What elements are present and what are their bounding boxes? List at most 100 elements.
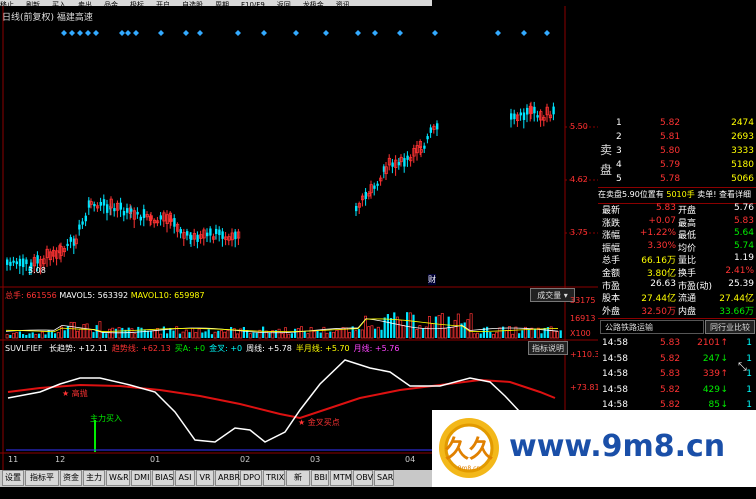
tab-arbr[interactable]: ARBR — [215, 470, 240, 486]
candle-body — [533, 106, 536, 114]
tab-[interactable]: 资金 — [60, 470, 82, 486]
candle-body — [186, 231, 189, 236]
quote-value: +0.07 — [648, 215, 676, 226]
tick-time: 14:58 — [602, 400, 628, 410]
vol-total-label: 总手: 661556 — [5, 291, 57, 300]
sell-row[interactable]: 1 5.82 2474 — [598, 116, 756, 131]
volume-bar — [72, 322, 76, 339]
volume-bar — [376, 326, 380, 339]
tab-dma[interactable]: 新DMA — [286, 470, 310, 496]
indicator-header: SUVLFIEF 长趋势: +12.11 趋势线: +62.13 买A: +0 金叉:… — [5, 343, 399, 354]
tab-bbi[interactable]: BBI — [311, 470, 329, 486]
volume-bar — [85, 323, 89, 339]
quote-label: 开盘 — [678, 206, 697, 216]
candle-body — [15, 261, 18, 265]
signal-markers — [61, 30, 550, 36]
volume-bar — [556, 331, 559, 339]
candle-body — [6, 259, 9, 265]
sell-price: 5.81 — [660, 132, 681, 142]
volume-bar — [386, 314, 389, 338]
candle-body — [519, 112, 522, 116]
quote-value: 5.74 — [733, 240, 754, 251]
tab-industry[interactable]: 公路铁路运输 — [600, 320, 704, 334]
volume-dropdown[interactable]: 成交量 ▾ — [530, 288, 575, 302]
volume-bar — [98, 321, 102, 339]
finance-marker[interactable]: 财 — [428, 274, 436, 285]
volume-bar — [294, 328, 297, 338]
indicator-value: 长趋势: +12.11 — [49, 344, 108, 353]
quote-label: 均价 — [678, 243, 697, 254]
sell-row[interactable]: 5 5.78 5066 — [598, 172, 756, 187]
sell-row[interactable]: 2 5.81 2693 — [598, 130, 756, 145]
tab-dmi[interactable]: DMI — [131, 470, 151, 486]
sell-level: 2 — [616, 132, 622, 142]
volume-bar — [287, 333, 291, 339]
tab-sar[interactable]: SAR — [374, 470, 394, 486]
candle-body — [159, 215, 162, 220]
sell-volume: 5066 — [731, 174, 754, 184]
price-label-high: 5.50 — [570, 122, 588, 131]
date-label: 01 — [150, 455, 161, 464]
indicator-value: 周线: +5.78 — [246, 344, 292, 353]
tab-asi[interactable]: ASI — [175, 470, 195, 486]
volume-bar — [220, 330, 223, 339]
volume-bar — [236, 333, 239, 339]
candle-body — [355, 205, 358, 212]
signal-diamond — [93, 30, 99, 36]
tab-[interactable]: 指标平台 — [25, 470, 59, 496]
candle-body — [84, 215, 87, 222]
volume-bar — [552, 330, 556, 339]
volume-bar — [172, 330, 175, 338]
price-label-mid: 4.62 — [570, 175, 588, 184]
volume-bar — [453, 319, 457, 339]
tick-count: 1 — [746, 400, 752, 410]
tab-[interactable]: 设置 — [2, 470, 24, 486]
candle-body — [36, 255, 39, 264]
candle-body — [196, 234, 199, 242]
volume-bar — [140, 327, 143, 338]
date-label: 02 — [240, 455, 251, 464]
sell-row[interactable]: 3 5.80 3333 — [598, 144, 756, 159]
volume-bar — [31, 332, 34, 338]
tab-mtm[interactable]: MTM — [330, 470, 352, 486]
volume-bar — [162, 326, 165, 338]
volume-bar — [226, 330, 230, 339]
vol-scale-1: 16913 — [570, 314, 596, 323]
volume-bar — [559, 330, 562, 338]
volume-bar — [102, 332, 105, 338]
tab-peer-compare[interactable]: 同行业比较 — [705, 320, 755, 334]
quote-value: 5.83 — [655, 203, 676, 213]
tab-dpo[interactable]: DPO — [240, 470, 262, 486]
tick-time: 14:58 — [602, 338, 628, 348]
sell-row[interactable]: 4 5.79 5180 — [598, 158, 756, 173]
quote-label: 总手 — [602, 256, 621, 267]
volume-bar — [383, 317, 386, 338]
expand-icon[interactable]: ⤡ — [738, 360, 747, 374]
quote-row: 市盈 26.63 市盈(动) 25.39 — [598, 279, 756, 292]
watermark-logo-icon: 久久 9m8.cn — [439, 418, 499, 478]
volume-bar — [252, 332, 255, 338]
quote-value: 5.83 — [733, 215, 754, 226]
tab-trix[interactable]: TRIX — [263, 470, 285, 486]
volume-bar — [476, 332, 479, 339]
quote-label: 换手 — [678, 269, 697, 279]
tick-volume: 85 — [708, 400, 720, 410]
indicator-help-button[interactable]: 指标说明 — [528, 341, 568, 355]
volume-bar — [325, 332, 329, 339]
volume-bar — [197, 328, 201, 339]
tab-bias[interactable]: BIAS — [152, 470, 174, 486]
tab-[interactable]: 主力 — [83, 470, 105, 486]
candle-body — [215, 228, 218, 235]
tab-vr[interactable]: VR — [196, 470, 214, 486]
quote-value: 5.76 — [733, 203, 754, 213]
volume-bar — [390, 317, 393, 338]
quote-row: 振幅 3.30% 均价 5.74 — [598, 241, 756, 254]
signal-diamond — [495, 30, 501, 36]
tick-price: 5.83 — [660, 338, 681, 348]
order-notice[interactable]: 在卖盘5.90位置有 5010手 卖单! 查看详细 — [598, 189, 756, 203]
candle-body — [403, 158, 406, 167]
candle-body — [122, 211, 126, 216]
tab-obv[interactable]: OBV — [353, 470, 373, 486]
tick-row: 14:58 5.83 2101 ↑ 1 — [598, 336, 756, 351]
tab-wr[interactable]: W&R — [106, 470, 130, 486]
